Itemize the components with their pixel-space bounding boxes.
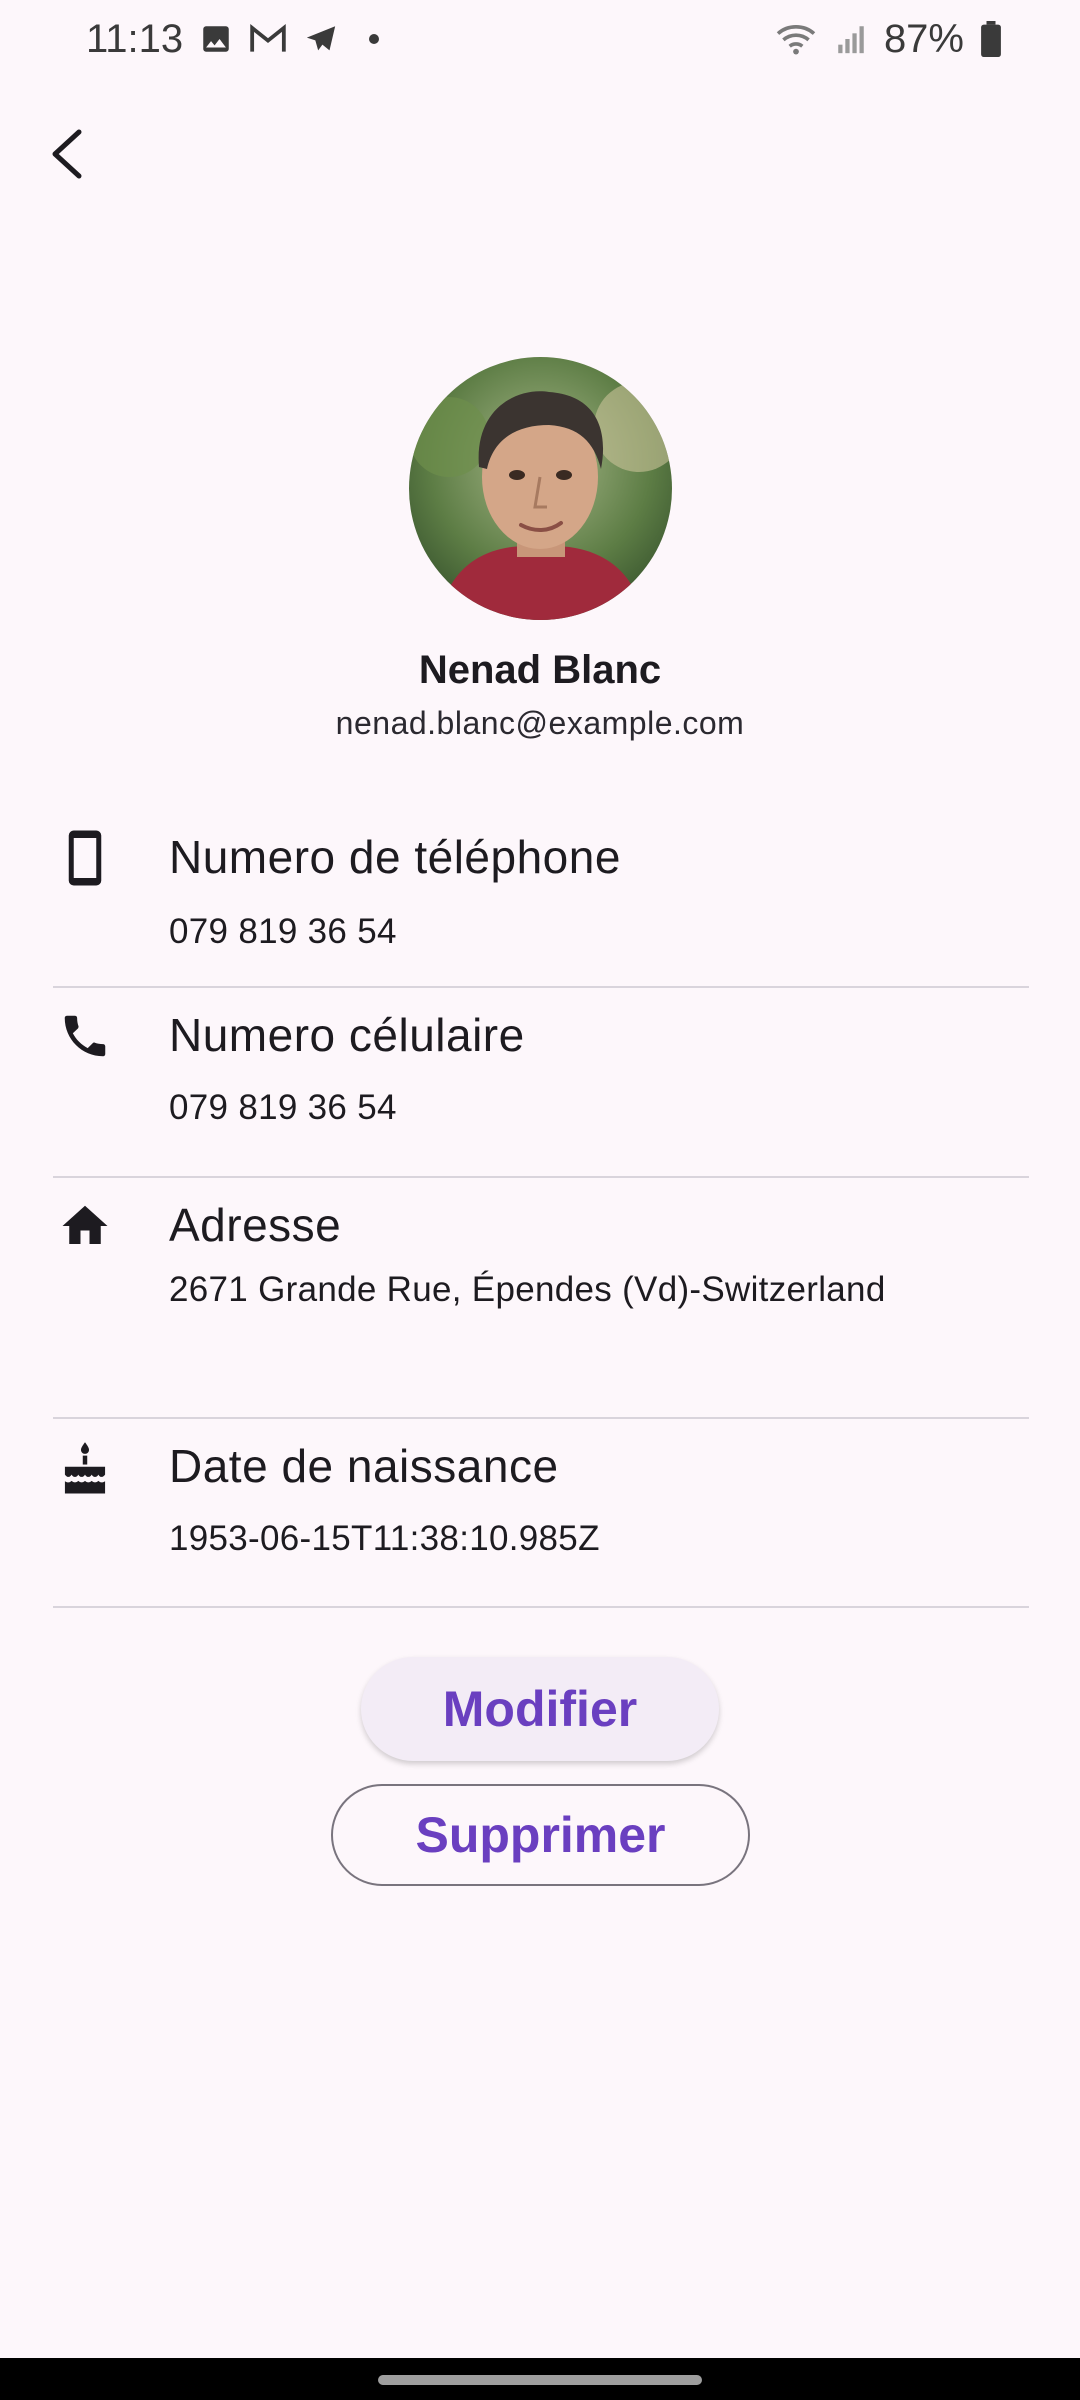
detail-title: Numero de téléphone <box>169 831 621 883</box>
detail-value: 2671 Grande Rue, Épendes (Vd)-Switzerlan… <box>169 1270 886 1309</box>
contact-name: Nenad Blanc <box>418 648 662 692</box>
gmail-icon <box>249 22 287 56</box>
detail-value: 079 819 36 54 <box>169 912 397 951</box>
detail-value: 079 819 36 54 <box>169 1088 397 1127</box>
home-icon <box>53 1194 117 1258</box>
status-bar: 11:13 87% <box>0 0 1080 78</box>
detail-title: Adresse <box>169 1199 342 1251</box>
wifi-icon <box>774 21 818 57</box>
smartphone-icon <box>53 826 117 890</box>
detail-row-birthdate: Date de naissance 1953-06-15T11:38:10.98… <box>53 1419 1029 1608</box>
home-gesture-handle[interactable] <box>378 2375 702 2385</box>
back-button[interactable] <box>24 112 108 196</box>
detail-title: Numero célulaire <box>169 1009 525 1061</box>
cake-icon <box>53 1437 117 1501</box>
contact-email: nenad.blanc@example.com <box>335 705 745 741</box>
status-right: 87% <box>774 17 1002 62</box>
arrow-back-icon <box>52 129 82 179</box>
notification-dot <box>369 34 380 44</box>
image-icon <box>199 22 233 56</box>
battery-percent: 87% <box>883 16 964 61</box>
phone-icon <box>53 1004 117 1068</box>
detail-row-phone: Numero de téléphone 079 819 36 54 <box>53 800 1029 988</box>
detail-row-mobile: Numero célulaire 079 819 36 54 <box>53 988 1029 1178</box>
status-left: 11:13 <box>86 16 380 62</box>
telegram-icon <box>303 22 339 56</box>
contact-details-list: Numero de téléphone 079 819 36 54 Numero… <box>53 800 1029 1608</box>
delete-button[interactable]: Supprimer <box>331 1784 750 1886</box>
avatar <box>409 357 672 620</box>
detail-value: 1953-06-15T11:38:10.985Z <box>169 1519 600 1558</box>
battery-icon <box>980 21 1002 57</box>
detail-title: Date de naissance <box>169 1440 559 1492</box>
modify-button[interactable]: Modifier <box>361 1657 719 1761</box>
detail-row-address: Adresse 2671 Grande Rue, Épendes (Vd)-Sw… <box>53 1178 1029 1419</box>
signal-icon <box>834 22 868 56</box>
status-time: 11:13 <box>86 16 184 61</box>
